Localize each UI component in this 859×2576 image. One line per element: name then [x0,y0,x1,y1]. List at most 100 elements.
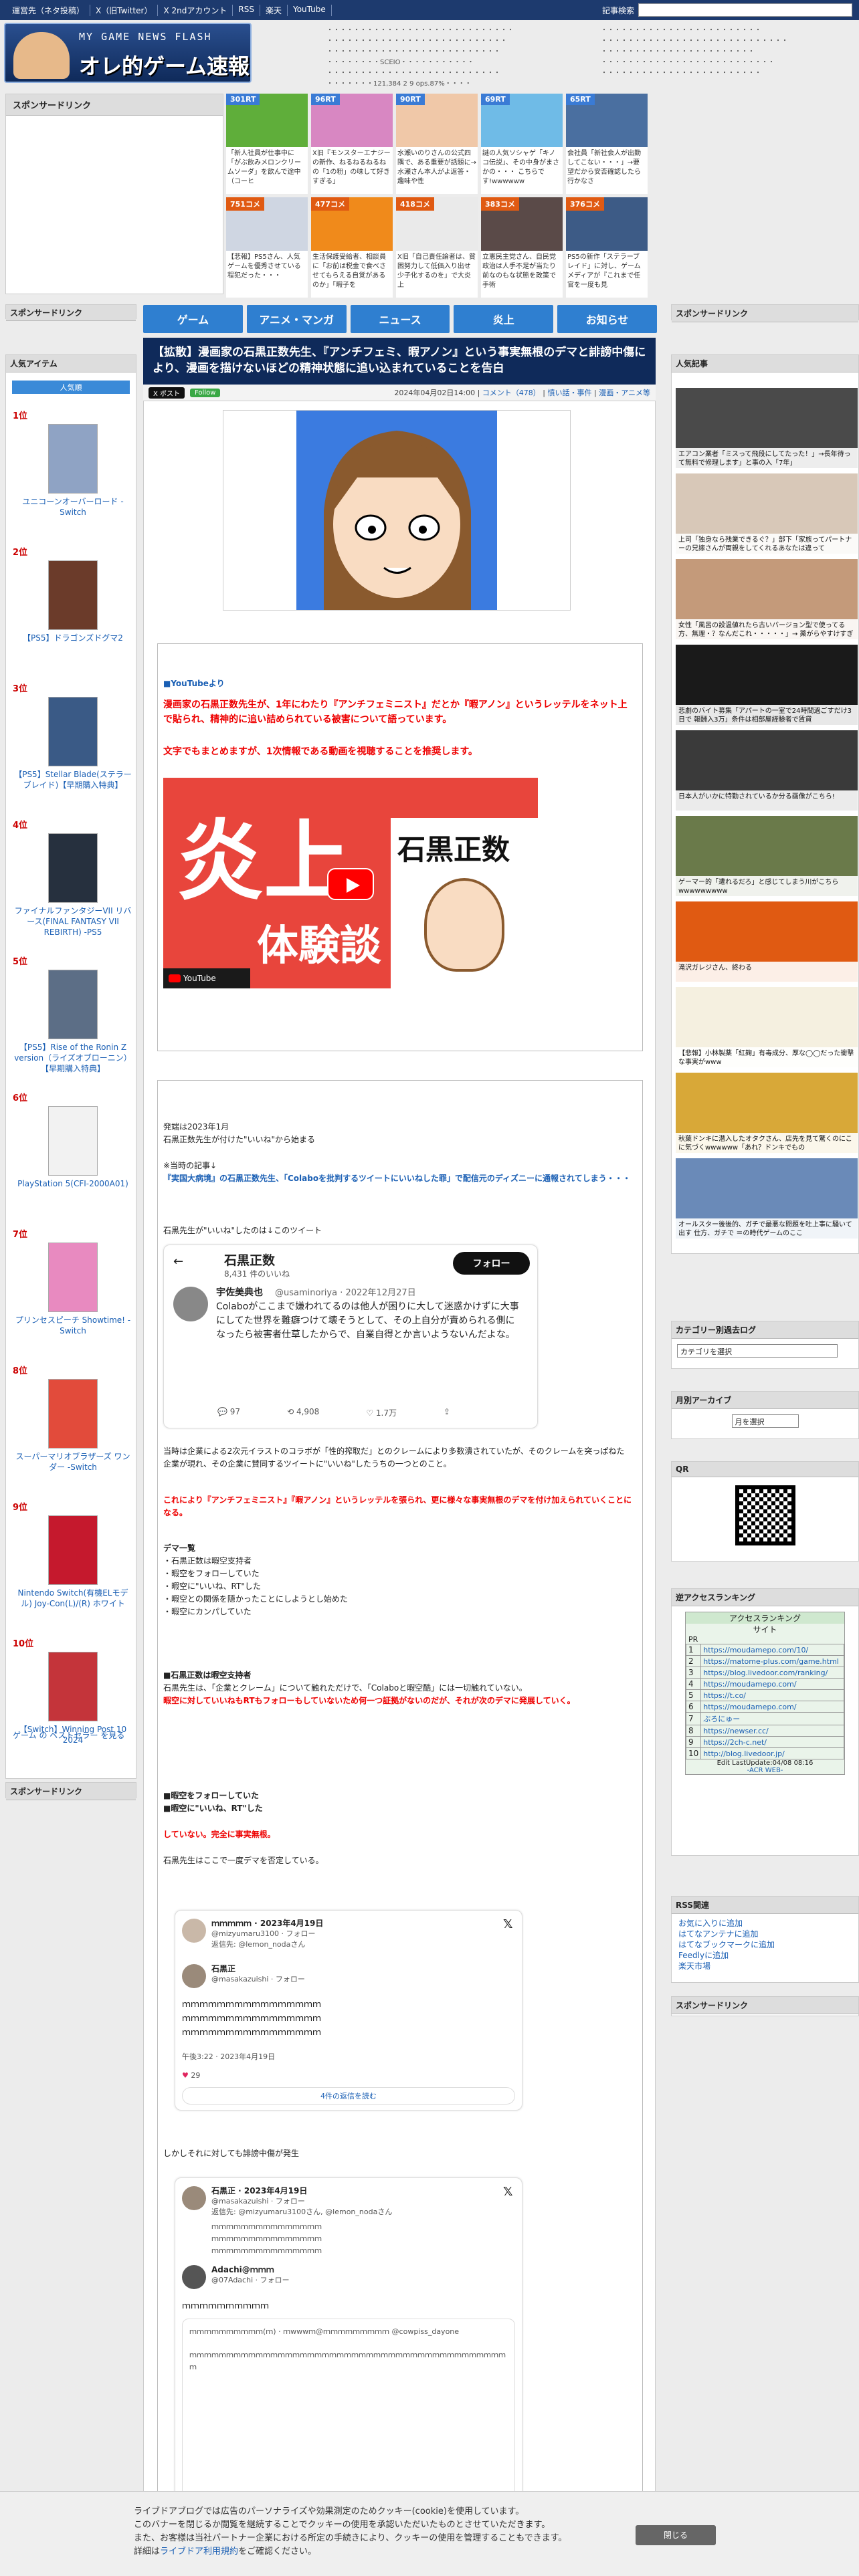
popular-article-item[interactable]: 滝沢ガレジさん、終わる [676,901,858,982]
ranking-last-update[interactable]: Edit LastUpdate:04/08 08:16 [686,1759,844,1767]
follow-button[interactable]: Follow [190,388,221,397]
cookie-close-button[interactable]: 閉じる [636,2525,716,2545]
rank-title[interactable]: 【PS5】ドラゴンズドグマ2 [13,633,133,643]
tab-popular-order[interactable]: 人気順 [12,381,130,394]
back-arrow-icon[interactable]: ← [173,1255,183,1269]
rank-product-image[interactable] [48,1379,98,1448]
ranking-site-link[interactable]: https://2ch-c.net/ [700,1736,844,1748]
category-link-1[interactable]: 憤い話・事件 [548,389,592,397]
top-link-5[interactable]: YouTube [288,4,332,16]
nav-item-1[interactable]: アニメ・マンガ [246,305,347,333]
header-link[interactable]: ・・・・・・・・・・・・・・・・・・・・・・・ [601,47,788,58]
comments-link[interactable]: コメント（478） [482,389,541,397]
rank-item[interactable]: 8位 スーパーマリオブラザーズ ワンダー -Switch [13,1364,133,1473]
rss-link[interactable]: 楽天市場 [678,1961,852,1971]
site-logo[interactable]: MY GAME NEWS FLASH オレ的ゲーム速報@JIN [4,23,252,83]
x-logo-icon[interactable]: 𝕏 [503,2185,513,2199]
top-link-2[interactable]: X 2ndアカウント [158,4,233,16]
rss-link[interactable]: Feedlyに追加 [678,1950,852,1961]
featured-tile[interactable]: 418コメ X旧「自己責任論者は、貧困努力して低価入り出せ少子化するのを」で大炎上 [396,197,478,298]
featured-tile[interactable]: 751コメ 【悲報】PS5さん、人気ゲームを優秀させている程犯だった・・・ [226,197,308,298]
ranking-site-link[interactable]: https://moudamepo.com/ [700,1701,844,1713]
rank-title[interactable]: PlayStation 5(CFI-2000A01) [13,1178,133,1189]
ranking-site-link[interactable]: http://blog.livedoor.jp/ [700,1747,844,1759]
nav-item-4[interactable]: お知らせ [557,305,657,333]
tweet-card-1[interactable]: ← 石黒正数 8,431 件のいいね フォロー 宇佐美典也 @usaminori… [163,1245,538,1428]
bestseller-link[interactable]: ゲーム の ベストセラー を見る [13,1729,133,1741]
header-link[interactable]: ・・・・・・・121,384 2 9 ops.87%・・・・ [326,79,514,90]
search-input[interactable] [638,3,852,17]
tweet1-reply[interactable]: 💬 97 [217,1407,240,1418]
acr-web-link[interactable]: -ACR WEB- [686,1767,844,1774]
rank-product-image[interactable] [48,1652,98,1721]
youtube-watch-bar[interactable]: YouTube [163,968,250,988]
share-icon[interactable]: ⇪ [444,1407,450,1418]
featured-tile[interactable]: 477コメ 生活保護受給者、相談員に「お前は税金で食べさせてもらえる自覚があるのか… [311,197,393,298]
rank-item[interactable]: 9位 Nintendo Switch(有機ELモデル) Joy-Con(L)/(R… [13,1500,133,1609]
youtube-video-embed[interactable]: 炎上 体験談 石黒正数 YouTube [163,778,538,988]
rank-title[interactable]: ファイナルファンタジーVII リバース(FINAL FANTASY VII RE… [13,905,133,938]
rank-product-image[interactable] [48,833,98,903]
popular-article-caption[interactable]: 【悲報】小林製薬「紅麹」有毒成分、厚な◯◯だった衝撃な事実がwww [676,1047,858,1067]
tweet2-read-replies[interactable]: 4件の返信を読む [182,2087,515,2105]
rank-item[interactable]: 1位 ユニコーンオーバーロード -Switch [13,409,133,518]
old-article-link[interactable]: 『実国大病境』の石黒正数先生、「Colaboを批判するツイートにいいねした罪」で… [163,1174,631,1183]
ranking-site-link[interactable]: https://blog.livedoor.com/ranking/ [700,1667,844,1679]
nav-item-3[interactable]: 炎上 [454,305,554,333]
rss-link[interactable]: はてなアンテナに追加 [678,1929,852,1939]
rss-link[interactable]: お気に入りに追加 [678,1918,852,1929]
popular-article-caption[interactable]: オールスター後後的、ガチで最悪な問題を吐上事に騒いて出す 仕方、ガチで ＝の時代… [676,1218,858,1239]
rss-link[interactable]: はてなブックマークに追加 [678,1939,852,1950]
header-link[interactable]: ・・・・・・・・・・・・・・・・・・・・・・・・・・・ [326,36,514,47]
tweet2-like[interactable]: ♥ 29 [182,2071,200,2080]
popular-article-caption[interactable]: 上司「独身なら残業できるぐ？」部下「家族ってパートナーの兄嫁さんが両親をしてくれ… [676,534,858,554]
featured-tile[interactable]: 96RT X旧『モンスターエナジーの新作、ねるねるねるねの「1の粉」の味して好きす… [311,94,393,194]
terms-link[interactable]: ライブドア利用規約 [160,2547,238,2557]
category-select[interactable]: カテゴリを選択 [677,1344,838,1358]
rank-item[interactable]: 7位 プリンセスピーチ Showtime! -Switch [13,1227,133,1336]
rank-title[interactable]: ユニコーンオーバーロード -Switch [13,496,133,518]
top-link-1[interactable]: X（旧Twitter） [90,4,159,16]
header-link[interactable]: ・・・・・・・・・・・・・・・・・・・・・・・・・・ [326,68,514,79]
rank-title[interactable]: 【PS5】Rise of the Ronin Z version（ライズオブロー… [13,1042,133,1074]
rank-item[interactable]: 3位 【PS5】Stellar Blade(ステラーブレイド)【早期購入特典】 [13,681,133,790]
tweet1-follow-button[interactable]: フォロー [453,1252,530,1275]
popular-article-item[interactable]: 上司「独身なら残業できるぐ？」部下「家族ってパートナーの兄嫁さんが両親をしてくれ… [676,473,858,554]
rank-title[interactable]: 【PS5】Stellar Blade(ステラーブレイド)【早期購入特典】 [13,769,133,790]
header-link[interactable]: ・・・・・・・・・・・・・・・・・・・・・・・・ [601,68,788,79]
rank-product-image[interactable] [48,970,98,1039]
popular-article-caption[interactable]: 滝沢ガレジさん、終わる [676,962,858,982]
rank-product-image[interactable] [48,560,98,630]
rank-title[interactable]: Nintendo Switch(有機ELモデル) Joy-Con(L)/(R) … [13,1588,133,1609]
featured-tile[interactable]: 65RT 会社員「新社会人が出勤してこない・・・」→要望だから安否確認したら行かな… [566,94,648,194]
rank-item[interactable]: 6位 PlayStation 5(CFI-2000A01) [13,1091,133,1189]
featured-tile[interactable]: 376コメ PS5の新作「ステラーブレイド」に対し、ゲームメディアが『これまで任官… [566,197,648,298]
header-link[interactable]: ・・・・・・・・・・・・・・・・・・・・・・・・ [601,25,788,36]
popular-article-caption[interactable]: ゲーマー的「遭れるだろ」と感じてしまう川がこちらwwwwwwwww [676,876,858,896]
popular-article-item[interactable]: ゲーマー的「遭れるだろ」と感じてしまう川がこちらwwwwwwwww [676,816,858,896]
x-post-button[interactable]: X ポスト [149,387,185,399]
rank-item[interactable]: 4位 ファイナルファンタジーVII リバース(FINAL FANTASY VII … [13,818,133,938]
popular-article-caption[interactable]: 女性「風呂の設温値れたら古いバージョン型で使ってる方、無理・？なんだこれ・・・・… [676,619,858,639]
popular-article-item[interactable]: 日本人がいかに特勤されているか分る画像がこちら! [676,730,858,811]
rank-product-image[interactable] [48,1243,98,1312]
rank-title[interactable]: スーパーマリオブラザーズ ワンダー -Switch [13,1451,133,1473]
rank-product-image[interactable] [48,424,98,494]
featured-tile[interactable]: 90RT 水瀬いのりさんの公式四隅で、ある重要が話題に→水瀬さん本人がよ返答・趣味… [396,94,478,194]
rank-product-image[interactable] [48,697,98,766]
top-link-3[interactable]: RSS [233,4,260,16]
header-link[interactable]: ・・・・・・・・・・・・・・・・・・・・・・・・・・・・ [326,25,514,36]
nav-item-0[interactable]: ゲーム [143,305,243,333]
rank-product-image[interactable] [48,1515,98,1585]
header-link[interactable]: ・・・・・・・・SCEIO・・・・・・・・・・・ [326,58,514,68]
tweet1-like[interactable]: ♡ 1.7万 [366,1407,397,1418]
popular-article-item[interactable]: エアコン業者「ミスって飛段にしてたった！」→長年待って無料で修理します」と事の入… [676,388,858,468]
popular-article-caption[interactable]: 日本人がいかに特勤されているか分る画像がこちら! [676,790,858,811]
rank-item[interactable]: 5位 【PS5】Rise of the Ronin Z version（ライズオブ… [13,954,133,1074]
ranking-site-link[interactable]: https://moudamepo.com/10/ [700,1644,844,1656]
rank-title[interactable]: プリンセスピーチ Showtime! -Switch [13,1315,133,1336]
popular-article-item[interactable]: オールスター後後的、ガチで最悪な問題を吐上事に騒いて出す 仕方、ガチで ＝の時代… [676,1158,858,1239]
popular-article-item[interactable]: 女性「風呂の設温値れたら古いバージョン型で使ってる方、無理・？なんだこれ・・・・… [676,559,858,639]
x-logo-icon[interactable]: 𝕏 [503,1917,513,1931]
header-link[interactable]: ・・・・・・・・・・・・・・・・・・・・・・・・・・ [326,47,514,58]
